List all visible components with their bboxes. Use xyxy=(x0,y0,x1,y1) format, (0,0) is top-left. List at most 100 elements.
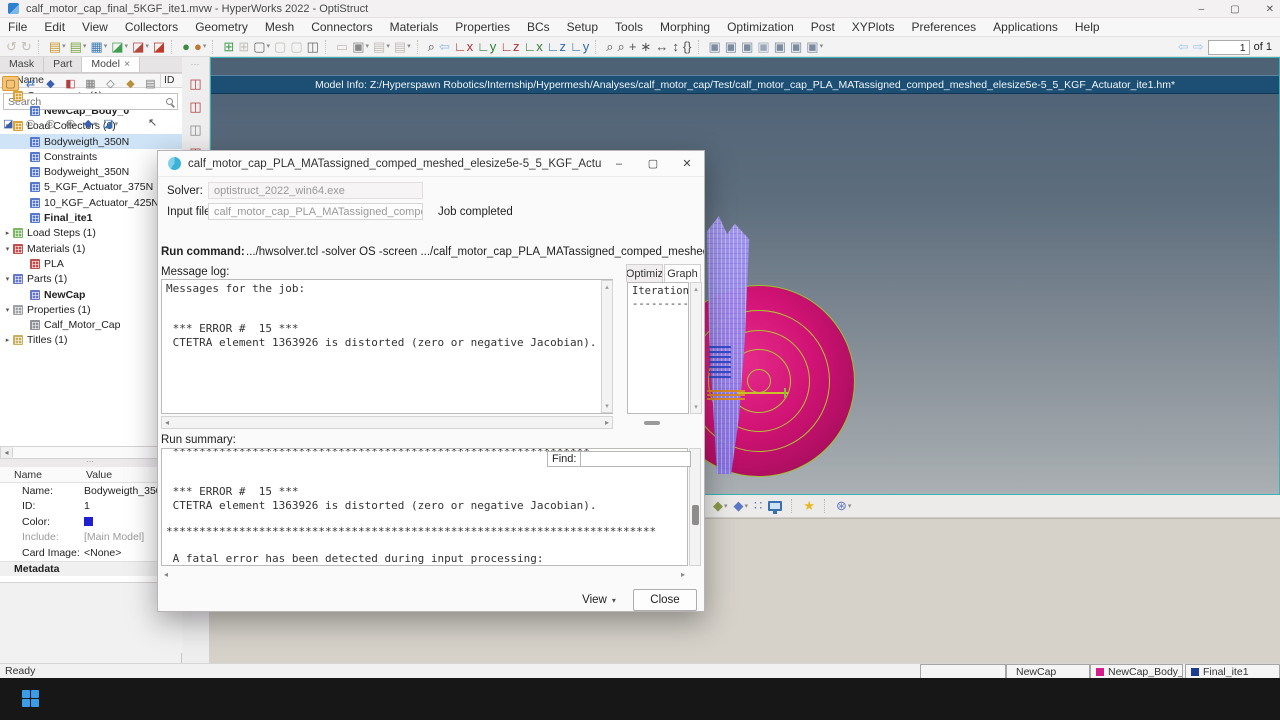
axis-zy-icon[interactable]: ∟z▾ xyxy=(547,40,566,53)
new-page-icon[interactable]: ⊞▾ xyxy=(223,40,234,53)
pan-hand-icon[interactable]: ∗▾ xyxy=(640,40,651,53)
axis-zx-icon[interactable]: ∟z▾ xyxy=(500,40,519,53)
menu-item[interactable]: Connectors xyxy=(311,20,372,34)
tree-caret-icon[interactable]: ▸ xyxy=(3,336,12,344)
menu-item[interactable]: Optimization xyxy=(727,20,794,34)
isolate-tool-icon[interactable]: ◆ xyxy=(42,76,59,91)
axis-xy-icon[interactable]: ∟x▾ xyxy=(454,40,473,53)
tree-item[interactable]: ▾ Properties (1) xyxy=(0,302,182,317)
split-window-icon[interactable]: ▢▾ xyxy=(274,40,286,53)
tree-col-id[interactable]: ID xyxy=(160,74,182,87)
window-maximize-button[interactable]: ▢ xyxy=(1230,4,1239,15)
import-model-icon[interactable]: ▤▾ xyxy=(49,40,66,53)
link-entities-icon[interactable]: ⇄ xyxy=(22,76,39,91)
capture-video-icon[interactable]: ▣▾ xyxy=(806,40,823,53)
menu-item[interactable]: Applications xyxy=(993,20,1058,34)
panel-display-icon[interactable]: ◫ xyxy=(189,99,201,115)
tree-item[interactable]: Final_ite1 xyxy=(0,210,182,225)
window-minimize-button[interactable]: – xyxy=(1199,4,1205,15)
menu-item[interactable]: Morphing xyxy=(660,20,710,34)
single-window-icon[interactable]: ▢▾ xyxy=(253,40,270,53)
entity-row[interactable]: Card Image: <None> xyxy=(0,545,182,561)
dialog-title-bar[interactable]: calf_motor_cap_PLA_MATassigned_comped_me… xyxy=(158,151,704,177)
iteration-vscrollbar[interactable]: ▴▾ xyxy=(690,282,702,414)
tab-optimization[interactable]: Optimiz xyxy=(626,264,663,282)
tree-item[interactable]: Bodyweigth_350N xyxy=(0,134,182,149)
tree-caret-icon[interactable]: ▾ xyxy=(3,275,12,283)
dialog-close-button[interactable]: ✕ xyxy=(670,157,704,170)
isolate-shown-icon[interactable]: ◎▾ xyxy=(62,116,79,131)
export-file-icon[interactable]: ◪▾ xyxy=(132,40,149,53)
capture-window-icon[interactable]: ▣▾ xyxy=(709,40,721,53)
model-browser-icon[interactable]: ◫▾ xyxy=(307,40,319,53)
tree-item[interactable]: Bodyweight_350N xyxy=(0,164,182,179)
menu-item[interactable]: View xyxy=(82,20,108,34)
mask-tool-icon[interactable]: ▢ xyxy=(2,76,19,91)
tree-item[interactable]: ▾ Parts (1) xyxy=(0,272,182,287)
page-number-input[interactable]: 1 xyxy=(1208,40,1250,55)
entity-row[interactable]: Include: [Main Model] xyxy=(0,530,182,546)
capture-copy-icon[interactable]: ▣▾ xyxy=(774,40,786,53)
axis-yz-icon[interactable]: ∟y▾ xyxy=(570,40,589,53)
find-input[interactable] xyxy=(581,451,691,467)
tree-caret-icon[interactable]: ▾ xyxy=(3,245,12,253)
iteration-box[interactable]: Iteration --------- xyxy=(627,282,689,414)
close-button[interactable]: Close xyxy=(633,589,697,611)
tree-caret-icon[interactable]: ▾ xyxy=(3,306,12,314)
assembly-tool-icon[interactable]: ◆ xyxy=(122,76,139,91)
user-profile-icon[interactable]: ●▾ xyxy=(182,40,190,53)
tree-item[interactable]: NewCap xyxy=(0,287,182,302)
cut-icon[interactable]: ▭▾ xyxy=(336,40,348,53)
windows-start-button[interactable] xyxy=(22,690,39,707)
wireframe-icon[interactable]: ◪▾ xyxy=(102,116,119,131)
capture-area-icon[interactable]: ▣▾ xyxy=(725,40,737,53)
import-file-icon[interactable]: ◪▾ xyxy=(111,40,128,53)
open-model-icon[interactable]: ▤▾ xyxy=(70,40,87,53)
tab-mask[interactable]: Mask xyxy=(0,57,44,72)
axis-xz-icon[interactable]: ∟x▾ xyxy=(524,40,543,53)
menu-item[interactable]: Mesh xyxy=(265,20,294,34)
iteration-hscroll-handle[interactable] xyxy=(644,421,660,425)
arrow-v-icon[interactable]: ↕▾ xyxy=(672,40,679,53)
shaded-mesh-icon[interactable]: ◆▾ xyxy=(713,498,728,514)
status-segment[interactable]: NewCap xyxy=(1006,664,1090,679)
page-grid-icon[interactable]: ⊞▾ xyxy=(238,40,249,53)
menu-item[interactable]: Geometry xyxy=(195,20,248,34)
collaboration-icon[interactable]: ●▾ xyxy=(194,40,206,53)
geometry-tool-icon[interactable]: ◇ xyxy=(102,76,119,91)
tree-item[interactable]: PLA xyxy=(0,256,182,271)
menu-item[interactable]: Post xyxy=(811,20,835,34)
tree-item[interactable]: ▸ Titles (1) xyxy=(0,333,182,348)
element-display-icon[interactable]: ◆▾ xyxy=(82,116,99,131)
organize-tool-icon[interactable]: ▤ xyxy=(142,76,159,91)
view-controls-icon[interactable]: ⊛▾ xyxy=(836,498,851,514)
tree-item[interactable]: ▸ Load Steps (1) xyxy=(0,226,182,241)
dialog-minimize-button[interactable]: – xyxy=(602,158,636,170)
card-edit-icon[interactable]: ◧ xyxy=(62,76,79,91)
capture-session-icon[interactable]: ▣▾ xyxy=(741,40,753,53)
back-view-icon[interactable]: ⇦▾ xyxy=(439,40,450,53)
arrow-h-icon[interactable]: ↔▾ xyxy=(655,40,668,53)
menu-item[interactable]: Properties xyxy=(455,20,510,34)
entity-row[interactable]: Name: Bodyweigth_350N xyxy=(0,483,182,499)
menu-item[interactable]: Collectors xyxy=(125,20,178,34)
message-log-box[interactable]: Messages for the job: *** ERROR # 15 ***… xyxy=(161,279,613,414)
tree-item[interactable]: ▾ Materials (1) xyxy=(0,241,182,256)
menu-item[interactable]: Materials xyxy=(390,20,439,34)
message-log-vscrollbar[interactable]: ▴▾ xyxy=(601,280,613,413)
copy-icon[interactable]: ▣▾ xyxy=(352,40,369,53)
zoom-in-icon[interactable]: ⌕▾ xyxy=(606,40,613,53)
view-dropdown-button[interactable]: View▾ xyxy=(573,589,625,611)
capture-dashed-icon[interactable]: ▣▾ xyxy=(757,40,769,53)
panel-entity-icon[interactable]: ◫ xyxy=(189,122,201,138)
zoom-icon[interactable]: ⌕▾ xyxy=(428,40,435,53)
performance-monitor-icon[interactable]: ▾ xyxy=(768,501,782,511)
tree-item[interactable]: Constraints xyxy=(0,149,182,164)
braces-icon[interactable]: {}▾ xyxy=(683,40,692,53)
menu-item[interactable]: XYPlots xyxy=(852,20,895,34)
axis-yx-icon[interactable]: ∟y▾ xyxy=(477,40,496,53)
paste-special-icon[interactable]: ▤▾ xyxy=(394,40,411,53)
menu-item[interactable]: Tools xyxy=(615,20,643,34)
capture-print-icon[interactable]: ▣▾ xyxy=(790,40,802,53)
entity-row[interactable]: ID: 1 xyxy=(0,499,182,515)
